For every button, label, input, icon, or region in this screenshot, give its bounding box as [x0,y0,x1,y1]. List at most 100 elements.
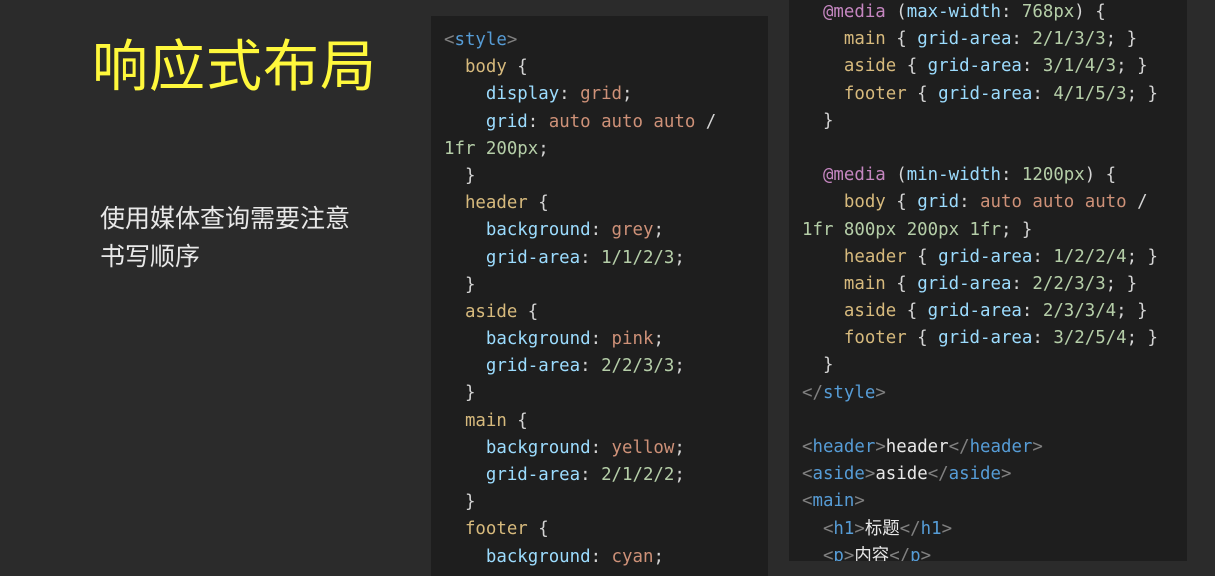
code-token: 2/2/3/3 [601,356,675,377]
code-line: <aside>aside</aside> [802,461,1158,488]
code-token: header [885,437,949,457]
code-token: pink [611,329,654,350]
code-token: footer [802,328,907,349]
code-token: : [959,192,981,213]
code-line: } [444,380,716,407]
code-token: grid-area [927,56,1022,77]
code-token: { [906,83,939,104]
code-token: 3/1/4/3 [1042,56,1117,77]
code-token: auto auto auto [548,111,696,132]
code-token: < [444,30,455,50]
code-token: { [885,192,918,213]
code-token: } [802,355,834,376]
code-token: : [580,356,602,377]
slide-title: 响应式布局 [92,35,377,100]
code-token: aside [802,56,897,77]
code-token: > [875,437,886,457]
code-token: { [885,273,918,294]
code-lines: <style> body { display: grid; grid: auto… [444,27,716,571]
code-token: } [802,110,834,131]
code-token: < [802,464,813,485]
code-token: main [444,410,507,431]
code-token: body [444,57,507,78]
code-line: @media (min-width: 1200px) { [802,162,1158,189]
code-token: } [444,383,476,404]
code-token: max-width [906,2,1001,22]
code-token: min-width [906,165,1001,186]
code-line: grid-area: 2/1/2/2; [444,462,716,489]
code-token: ; [653,546,664,567]
code-token: > [864,464,876,485]
code-token: 2/1/3/3 [1032,29,1106,50]
code-token: ; [622,84,633,105]
code-token: background [444,220,591,241]
code-token: : [590,437,612,458]
code-line: background: pink; [444,326,716,353]
code-token: aside [875,464,928,485]
code-line [802,135,1158,162]
code-token: aside [812,464,865,485]
code-token: main [802,273,886,294]
code-token: 标题 [864,518,900,539]
code-token: > [875,382,886,403]
code-token: : [1021,301,1043,322]
code-token: > [506,30,518,50]
code-token: : [1011,273,1033,294]
code-token: : [580,247,602,268]
code-line: header { [444,190,716,217]
code-token: { [906,328,939,349]
code-token: ; [653,220,664,241]
code-line: body { grid: auto auto auto / [802,189,1158,216]
code-token: </ [899,518,921,539]
code-token: ) { [1074,2,1106,22]
code-token: 1200px [1021,165,1085,186]
code-token: aside [444,301,518,322]
code-token: { [517,301,539,322]
code-token: ; } [1000,219,1033,240]
code-token: grid-area [938,246,1033,267]
code-token: ; [674,247,685,268]
code-token: : [1032,83,1054,104]
code-line: body { [444,54,716,81]
code-token: > [941,518,953,539]
code-token: </ [889,545,911,561]
code-token: footer [444,519,528,540]
code-token: : [590,546,612,567]
code-token: style [454,30,507,50]
code-line [802,407,1158,434]
code-token: aside [802,301,897,322]
code-token: grid [444,111,528,132]
code-token: header [444,193,528,214]
code-token: < [802,437,813,457]
code-token: { [527,193,549,214]
code-token: > [854,518,865,539]
code-line: aside { grid-area: 2/3/3/4; } [802,298,1158,325]
code-token: 2/2/3/3 [1032,273,1106,294]
code-token: grid-area [917,273,1012,294]
code-lines: @media (max-width: 768px) { main { grid-… [802,0,1158,561]
code-token: header [969,437,1033,457]
code-token: h1 [920,518,942,539]
code-line: main { grid-area: 2/1/3/3; } [802,26,1158,53]
code-line: aside { [444,299,716,326]
code-token: ; [538,138,549,159]
code-token: 2/1/2/2 [601,465,675,485]
code-token: ; [674,465,685,485]
code-block-right: @media (max-width: 768px) { main { grid-… [789,0,1187,561]
code-token: : [1011,29,1033,50]
code-line: <main> [802,488,1158,515]
code-line: <style> [444,27,716,54]
code-token: 1fr 800px 200px 1fr [802,219,1001,240]
code-token: </ [927,464,949,485]
code-token: grid-area [938,328,1033,349]
code-token: ; } [1116,301,1148,322]
code-token: ; } [1126,83,1159,104]
code-line: aside { grid-area: 3/1/4/3; } [802,53,1158,80]
code-line: grid-area: 2/2/3/3; [444,353,716,380]
code-token: : [527,111,549,132]
code-token: > [843,545,855,561]
code-token: ) { [1084,165,1117,186]
code-line: <header>header</header> [802,434,1158,461]
code-token: ; } [1126,246,1159,267]
